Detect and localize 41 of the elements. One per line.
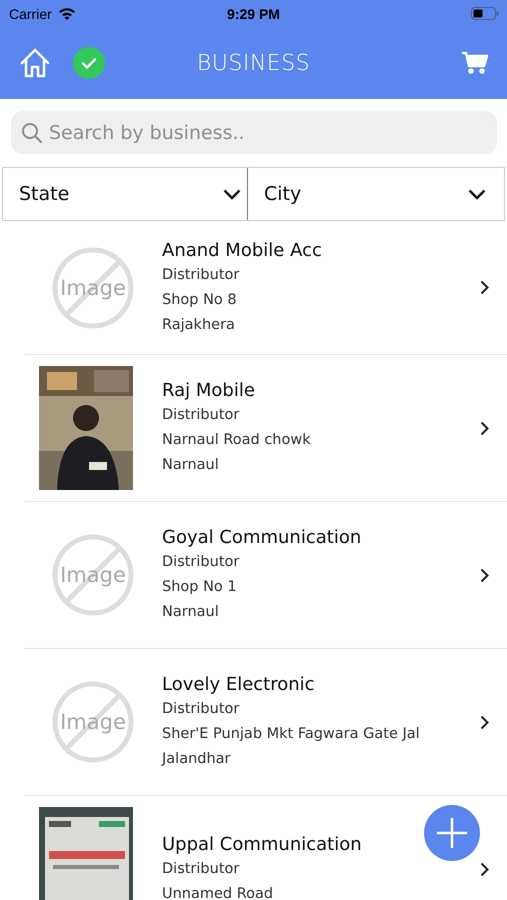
chevron-right-icon[interactable] bbox=[480, 714, 489, 730]
wifi-icon bbox=[58, 7, 76, 20]
business-address: Sher'E Punjab Mkt Fagwara Gate Jal bbox=[162, 725, 421, 744]
no-image-icon bbox=[51, 246, 135, 330]
business-name: Anand Mobile Acc bbox=[162, 240, 323, 260]
business-name: Raj Mobile bbox=[162, 380, 256, 401]
business-city: Rajakhera bbox=[162, 316, 236, 334]
chevron-right-icon[interactable] bbox=[480, 862, 489, 876]
business-city: Narnaul bbox=[162, 456, 220, 475]
search-field[interactable]: Search by business.. bbox=[11, 111, 497, 154]
carrier-name: Carrier bbox=[9, 6, 52, 22]
business-name: Lovely Electronic bbox=[162, 674, 316, 695]
business-city: Jalandhar bbox=[162, 750, 232, 769]
image-placeholder-text: Image bbox=[60, 276, 126, 300]
business-type: Distributor bbox=[162, 266, 240, 284]
chevron-right-icon[interactable] bbox=[480, 420, 489, 436]
page-title: BUSINESS bbox=[196, 50, 310, 76]
business-type: Distributor bbox=[162, 406, 240, 425]
no-image-icon bbox=[51, 680, 135, 764]
status-time: 9:29 PM bbox=[227, 6, 280, 22]
plus-icon bbox=[436, 817, 468, 849]
business-address: Shop No 8 bbox=[162, 290, 238, 310]
business-address: Unnamed Road bbox=[162, 884, 274, 900]
business-city: Narnaul bbox=[162, 603, 220, 622]
business-address: Shop No 1 bbox=[162, 578, 238, 597]
battery-icon bbox=[471, 7, 499, 20]
no-image-icon bbox=[51, 533, 135, 617]
business-address: Narnaul Road chowk bbox=[162, 431, 312, 450]
home-icon[interactable] bbox=[19, 48, 51, 78]
chevron-down-icon bbox=[223, 188, 241, 200]
business-type: Distributor bbox=[162, 860, 240, 878]
business-name: Goyal Communication bbox=[162, 527, 362, 548]
business-name: Uppal Communication bbox=[162, 834, 363, 854]
business-type: Distributor bbox=[162, 700, 240, 719]
image-placeholder-text: Image bbox=[60, 710, 126, 734]
cart-icon[interactable] bbox=[461, 50, 489, 76]
chevron-down-icon bbox=[468, 188, 486, 200]
image-placeholder-text: Image bbox=[60, 563, 126, 587]
business-type: Distributor bbox=[162, 553, 240, 572]
chevron-right-icon[interactable] bbox=[480, 568, 489, 582]
chevron-right-icon[interactable] bbox=[480, 280, 489, 295]
